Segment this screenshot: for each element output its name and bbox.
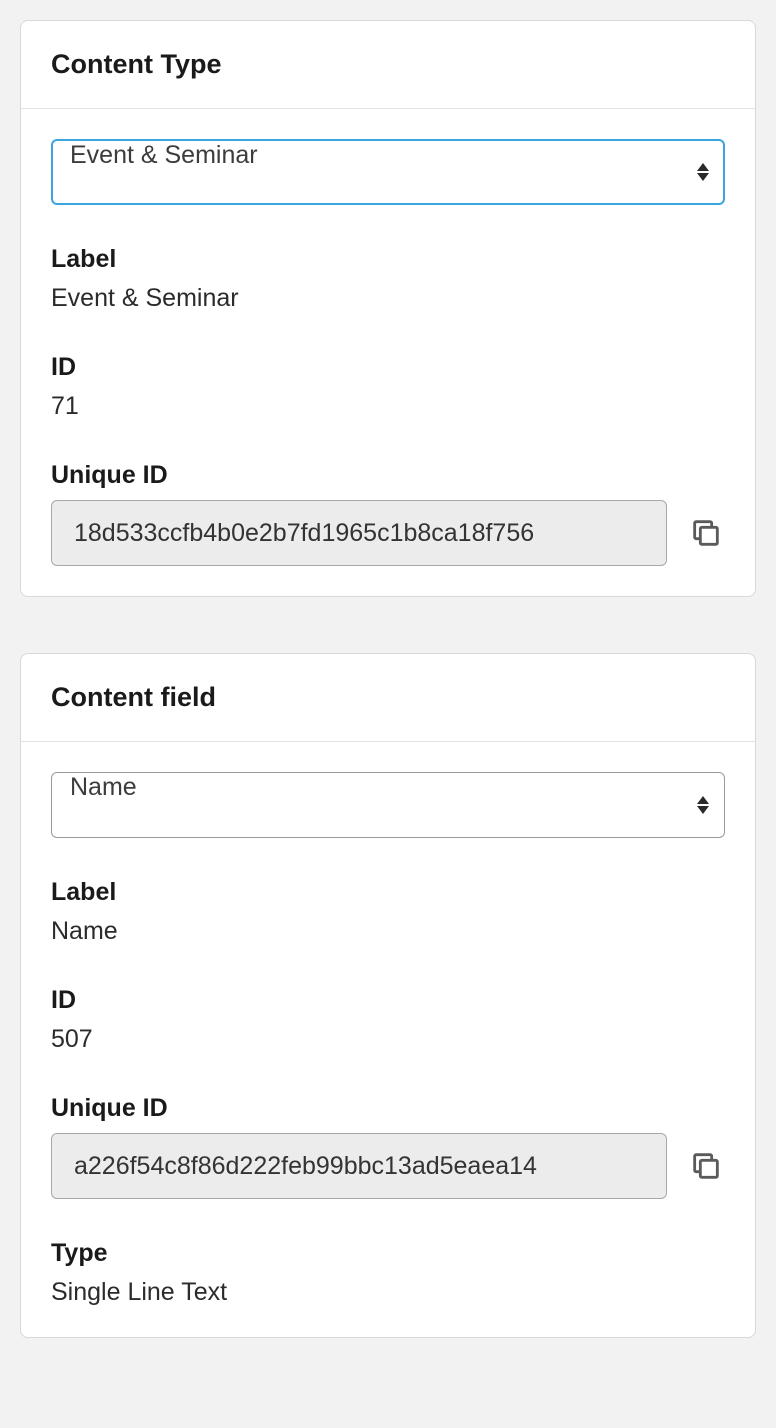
content-field-uid-group: Unique ID a226f54c8f86d222feb99bbc13ad5e… <box>51 1094 725 1199</box>
content-type-select-wrap: Event & Seminar <box>51 139 725 205</box>
unique-id-heading: Unique ID <box>51 461 725 490</box>
content-field-card: Content field Name Label Name ID 507 Uni… <box>20 653 756 1338</box>
type-value: Single Line Text <box>51 1278 725 1307</box>
content-field-title: Content field <box>51 682 725 713</box>
content-type-select[interactable]: Event & Seminar <box>51 139 725 205</box>
content-type-id-group: ID 71 <box>51 353 725 421</box>
unique-id-heading: Unique ID <box>51 1094 725 1123</box>
copy-button[interactable] <box>687 514 725 552</box>
unique-id-input[interactable]: a226f54c8f86d222feb99bbc13ad5eaea14 <box>51 1133 667 1199</box>
label-heading: Label <box>51 878 725 907</box>
id-value: 507 <box>51 1025 725 1054</box>
content-type-uid-group: Unique ID 18d533ccfb4b0e2b7fd1965c1b8ca1… <box>51 461 725 566</box>
content-field-id-group: ID 507 <box>51 986 725 1054</box>
content-field-header: Content field <box>21 654 755 742</box>
content-type-select-value: Event & Seminar <box>70 141 258 169</box>
content-field-select[interactable]: Name <box>51 772 725 838</box>
unique-id-row: 18d533ccfb4b0e2b7fd1965c1b8ca18f756 <box>51 500 725 566</box>
unique-id-input[interactable]: 18d533ccfb4b0e2b7fd1965c1b8ca18f756 <box>51 500 667 566</box>
content-field-type-group: Type Single Line Text <box>51 1239 725 1307</box>
content-field-body: Name Label Name ID 507 Unique ID a226f54… <box>21 742 755 1337</box>
content-type-label-group: Label Event & Seminar <box>51 245 725 313</box>
unique-id-value: 18d533ccfb4b0e2b7fd1965c1b8ca18f756 <box>74 519 534 548</box>
content-type-title: Content Type <box>51 49 725 80</box>
content-field-label-group: Label Name <box>51 878 725 946</box>
label-value: Event & Seminar <box>51 284 725 313</box>
id-heading: ID <box>51 986 725 1015</box>
copy-icon <box>689 1149 723 1183</box>
id-value: 71 <box>51 392 725 421</box>
copy-icon <box>689 516 723 550</box>
label-heading: Label <box>51 245 725 274</box>
content-field-select-wrap: Name <box>51 772 725 838</box>
unique-id-row: a226f54c8f86d222feb99bbc13ad5eaea14 <box>51 1133 725 1199</box>
content-type-card: Content Type Event & Seminar Label Event… <box>20 20 756 597</box>
content-field-select-value: Name <box>70 773 137 801</box>
type-heading: Type <box>51 1239 725 1268</box>
content-type-body: Event & Seminar Label Event & Seminar ID… <box>21 109 755 596</box>
label-value: Name <box>51 917 725 946</box>
copy-button[interactable] <box>687 1147 725 1185</box>
id-heading: ID <box>51 353 725 382</box>
content-type-header: Content Type <box>21 21 755 109</box>
unique-id-value: a226f54c8f86d222feb99bbc13ad5eaea14 <box>74 1152 537 1181</box>
